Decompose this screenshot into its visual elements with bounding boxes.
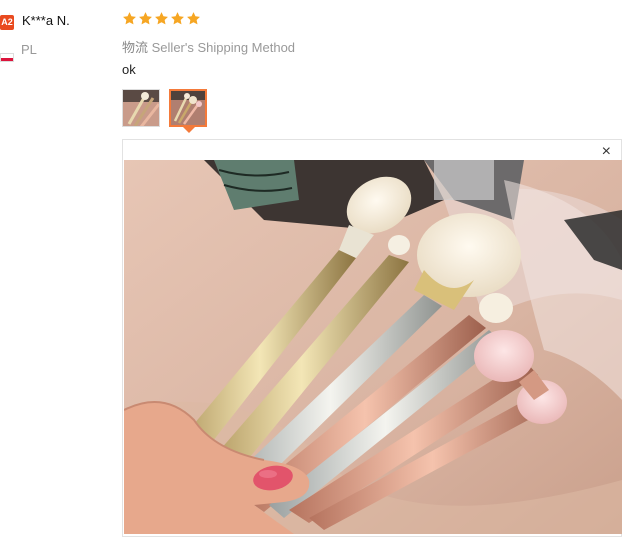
reviewer-name: K***a N. (22, 13, 70, 28)
review-photo-thumbnail-1[interactable] (122, 89, 160, 127)
shipping-label: 物流 (122, 40, 149, 55)
review-photo-thumbnail-2[interactable] (169, 89, 207, 127)
star-icon (123, 12, 136, 25)
review-photo-large (124, 160, 622, 534)
shipping-method: Seller's Shipping Method (151, 40, 296, 55)
star-rating (122, 11, 201, 29)
close-icon[interactable]: × (602, 143, 611, 161)
review-comment: ok (122, 62, 136, 77)
selected-thumbnail-indicator (183, 127, 195, 133)
reviewer-country: PL (21, 42, 37, 57)
star-icon (155, 12, 168, 25)
star-icon (171, 12, 184, 25)
star-icon (187, 12, 200, 25)
shipping-info: 物流 Seller's Shipping Method (122, 37, 295, 56)
photo-viewer: × (122, 139, 622, 537)
star-icon (139, 12, 152, 25)
reviewer-level-badge: A2 (0, 15, 14, 30)
country-flag-icon (0, 53, 14, 62)
